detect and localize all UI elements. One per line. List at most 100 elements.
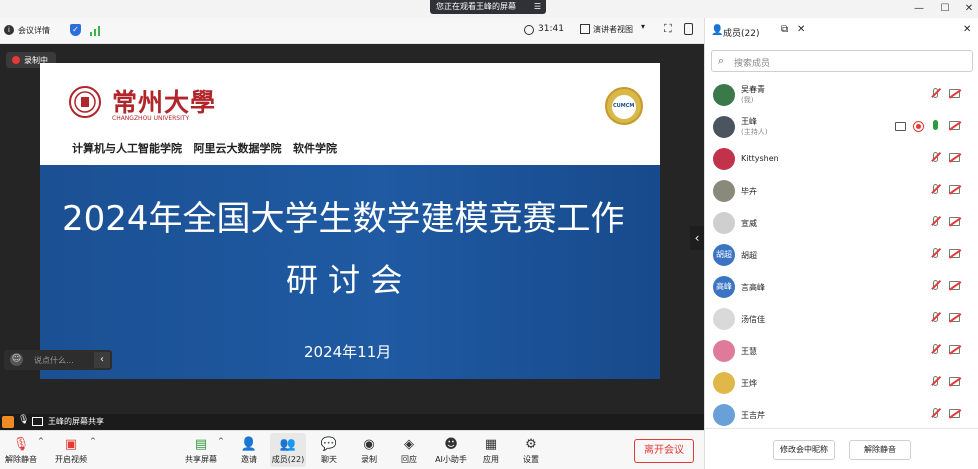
mic-icon: 🎙	[18, 415, 30, 425]
minimize-icon[interactable]: —	[912, 2, 926, 16]
unmute-all-button[interactable]: 解除静音	[849, 440, 911, 460]
members-button[interactable]: 👥 成员(22)	[270, 433, 306, 467]
avatar: 高峰	[713, 276, 735, 298]
search-icon: ⌕	[718, 54, 725, 67]
meeting-info-link[interactable]: 会议详情	[18, 25, 50, 36]
mic-muted-icon[interactable]	[931, 183, 941, 194]
avatar	[713, 180, 735, 202]
search-placeholder: 搜索成员	[734, 59, 771, 69]
chat-placeholder[interactable]: 说点什么...	[34, 355, 74, 366]
camera-off-icon[interactable]	[948, 89, 962, 99]
reaction-icon: ◈	[404, 437, 414, 452]
view-icon[interactable]	[580, 24, 590, 34]
avatar	[713, 84, 735, 106]
share-screen-label: 共享屏幕	[185, 455, 217, 464]
members-panel: 👤 成员(22) ⧉ ✕ ✕ ⌕ 搜索成员 吴春青 (我) 王峰 (主持人) Kitty…	[704, 18, 978, 469]
rename-button[interactable]: 修改会中昵称	[773, 440, 835, 460]
chat-icon: 💬	[320, 437, 338, 452]
start-video-button[interactable]: ▣ 开启视频	[54, 436, 88, 465]
ai-assistant-icon: ☻	[444, 437, 458, 452]
close-panel-icon[interactable]: ✕	[797, 24, 805, 35]
popout-icon[interactable]: ⧉	[781, 24, 788, 35]
member-row[interactable]: 吴春青 (我)	[705, 80, 978, 112]
members-label: 成员(22)	[271, 455, 305, 464]
university-name-en: CHANGZHOU UNIVERSITY	[112, 115, 190, 122]
camera-off-icon[interactable]	[948, 377, 962, 387]
member-name: 王慧	[741, 347, 757, 356]
member-search-input[interactable]: ⌕ 搜索成员	[711, 50, 973, 72]
mic-muted-icon[interactable]	[931, 151, 941, 162]
member-name: 宣威	[741, 219, 757, 228]
mic-muted-icon[interactable]	[931, 343, 941, 354]
start-video-label: 开启视频	[55, 455, 87, 464]
camera-off-icon[interactable]	[948, 313, 962, 323]
mic-muted-icon[interactable]	[931, 375, 941, 386]
member-row[interactable]: 高峰 言高峰	[705, 272, 978, 304]
screen-share-banner: 您正在观看王峰的屏幕 ☰	[430, 0, 546, 14]
member-row[interactable]: 汤信佳	[705, 304, 978, 336]
chat-button[interactable]: 💬 聊天	[312, 436, 346, 465]
camera-off-icon[interactable]	[948, 249, 962, 259]
meeting-timer: 31:41	[538, 24, 564, 34]
camera-off-icon[interactable]	[948, 281, 962, 291]
mic-muted-icon[interactable]	[931, 247, 941, 258]
avatar: 胡超	[713, 244, 735, 266]
ai-assistant-button[interactable]: ☻ AI小助手	[432, 436, 470, 465]
menu-icon[interactable]: ☰	[534, 0, 541, 14]
camera-off-icon[interactable]	[948, 121, 962, 131]
chevron-left-icon[interactable]: ‹	[94, 352, 110, 368]
member-row[interactable]: 王慧	[705, 336, 978, 368]
member-role: (我)	[741, 96, 754, 104]
presentation-slide: 常州大學 CHANGZHOU UNIVERSITY 计算机与人工智能学院 阿里云…	[40, 63, 660, 379]
close-icon[interactable]: ✕	[963, 24, 971, 35]
reaction-button[interactable]: ◈ 回应	[392, 436, 426, 465]
mic-muted-icon[interactable]	[931, 279, 941, 290]
emoji-icon[interactable]: ☺	[10, 353, 23, 366]
apps-button[interactable]: ▦ 应用	[474, 436, 508, 465]
leave-meeting-button[interactable]: 离开会议	[634, 439, 694, 463]
member-row[interactable]: 王烨	[705, 368, 978, 400]
camera-off-icon[interactable]	[948, 345, 962, 355]
fullscreen-icon[interactable]: ⛶	[664, 22, 672, 36]
camera-off-icon[interactable]	[948, 409, 962, 419]
member-name: 言高峰	[741, 283, 765, 292]
settings-button[interactable]: ⚙ 设置	[514, 436, 548, 465]
mic-on-icon[interactable]	[933, 120, 938, 130]
member-row[interactable]: 宣威	[705, 208, 978, 240]
view-mode-dropdown[interactable]: 演讲者视图	[593, 24, 633, 35]
camera-off-icon[interactable]	[948, 185, 962, 195]
member-name: 王峰	[741, 117, 757, 126]
layout-icon[interactable]	[684, 23, 693, 35]
signal-icon[interactable]	[90, 26, 102, 39]
university-seal-icon	[69, 86, 101, 118]
mic-muted-icon[interactable]	[931, 215, 941, 226]
mic-muted-icon[interactable]	[931, 407, 941, 418]
camera-off-icon[interactable]	[948, 217, 962, 227]
close-window-icon[interactable]: ✕	[962, 2, 976, 16]
member-row[interactable]: 胡超 胡超	[705, 240, 978, 272]
maximize-icon[interactable]: ☐	[938, 2, 952, 16]
avatar	[713, 148, 735, 170]
chevron-up-icon[interactable]: ^	[38, 437, 44, 445]
slide-title-line2: 研 讨 会	[286, 261, 403, 299]
chevron-up-icon[interactable]: ^	[90, 437, 96, 445]
chat-input-bar[interactable]: ☺ 说点什么... ‹	[4, 350, 112, 370]
chevron-up-icon[interactable]: ^	[218, 437, 224, 445]
apps-label: 应用	[483, 455, 499, 464]
record-button[interactable]: ◉ 录制	[352, 436, 386, 465]
share-screen-button[interactable]: ▤ 共享屏幕	[184, 436, 218, 465]
invite-label: 邀请	[241, 455, 257, 464]
camera-off-icon[interactable]	[948, 153, 962, 163]
screen-share-icon	[895, 122, 906, 131]
info-icon[interactable]: i	[4, 25, 14, 35]
unmute-button[interactable]: 🎙 解除静音	[4, 436, 38, 465]
member-row[interactable]: 毕卉	[705, 176, 978, 208]
mic-muted-icon[interactable]	[931, 87, 941, 98]
member-row[interactable]: Kittyshen	[705, 144, 978, 176]
invite-button[interactable]: 👤 邀请	[232, 436, 266, 465]
chevron-down-icon[interactable]: ▾	[641, 22, 645, 31]
member-row[interactable]: 王峰 (主持人)	[705, 112, 978, 144]
mic-muted-icon[interactable]	[931, 311, 941, 322]
shield-icon[interactable]: ✓	[70, 24, 81, 36]
collapse-panel-icon[interactable]: ‹	[690, 226, 704, 250]
